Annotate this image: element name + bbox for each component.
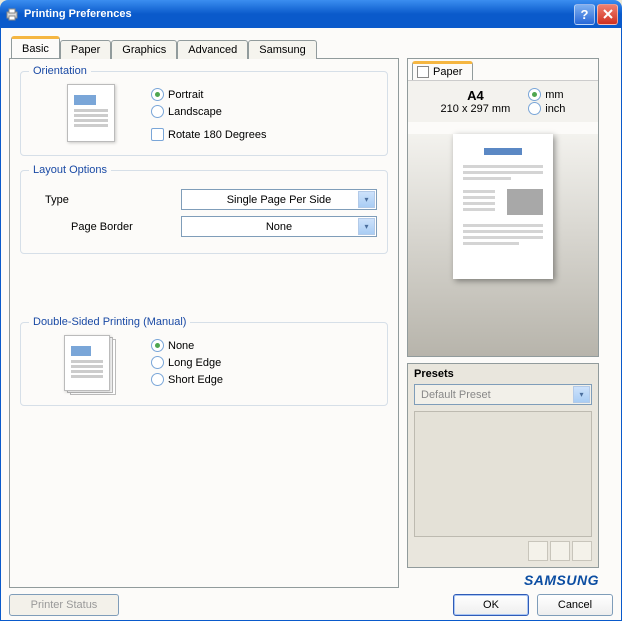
radio-label: Short Edge [168,374,223,386]
orientation-thumbnail [67,84,115,142]
chevron-down-icon: ▾ [358,218,375,235]
page-icon [417,66,429,78]
radio-portrait[interactable]: Portrait [151,88,377,101]
radio-landscape[interactable]: Landscape [151,105,377,118]
tab-samsung[interactable]: Samsung [248,40,316,59]
presets-legend: Presets [414,368,592,380]
radio-icon [151,105,164,118]
preset-save-button[interactable] [528,541,548,561]
brand-logo: SAMSUNG [407,572,599,588]
radio-icon [151,356,164,369]
orientation-legend: Orientation [29,65,91,77]
radio-duplex-none[interactable]: None [151,339,377,352]
checkbox-icon [151,128,164,141]
paper-size-display: A4 210 x 297 mm [441,88,511,115]
radio-label: None [168,340,194,352]
orientation-group: Orientation Portrait Landscape [20,71,388,156]
layout-options-group: Layout Options Type Single Page Per Side… [20,170,388,254]
page-border-label: Page Border [31,221,181,233]
layout-type-label: Type [31,194,181,206]
ok-button[interactable]: OK [453,594,529,616]
tab-advanced[interactable]: Advanced [177,40,248,59]
preset-disk-button[interactable] [550,541,570,561]
tab-graphics[interactable]: Graphics [111,40,177,59]
radio-label: Landscape [168,106,222,118]
printer-status-button[interactable]: Printer Status [9,594,119,616]
presets-panel: Presets Default Preset ▾ [407,363,599,568]
layout-legend: Layout Options [29,164,111,176]
radio-icon [151,373,164,386]
preview-panel: Paper A4 210 x 297 mm mm [407,58,599,357]
paper-size-dims: 210 x 297 mm [441,103,511,115]
checkbox-rotate180[interactable]: Rotate 180 Degrees [151,128,377,141]
preset-delete-button[interactable] [572,541,592,561]
radio-label: Portrait [168,89,203,101]
radio-icon [528,88,541,101]
chevron-down-icon: ▾ [358,191,375,208]
cancel-button[interactable]: Cancel [537,594,613,616]
radio-duplex-short[interactable]: Short Edge [151,373,377,386]
titlebar: Printing Preferences ? [0,0,622,28]
radio-unit-mm[interactable]: mm [528,88,565,101]
tab-basic[interactable]: Basic [11,36,60,58]
duplex-legend: Double-Sided Printing (Manual) [29,316,190,328]
page-preview [453,134,553,279]
radio-unit-inch[interactable]: inch [528,102,565,115]
presets-list[interactable] [414,411,592,537]
paper-size-name: A4 [441,88,511,103]
duplex-group: Double-Sided Printing (Manual) None [20,322,388,406]
radio-icon [151,339,164,352]
close-button[interactable] [597,4,618,25]
combo-value: None [266,221,292,233]
preview-tab-paper[interactable]: Paper [412,61,473,80]
chevron-down-icon: ▾ [573,386,590,403]
combo-value: Default Preset [421,389,491,401]
radio-duplex-long[interactable]: Long Edge [151,356,377,369]
layout-type-combo[interactable]: Single Page Per Side ▾ [181,189,377,210]
page-border-combo[interactable]: None ▾ [181,216,377,237]
radio-label: mm [545,89,563,101]
tab-paper[interactable]: Paper [60,40,111,59]
window-title: Printing Preferences [24,8,572,20]
printer-icon [4,6,20,22]
duplex-thumbnail [64,335,118,395]
radio-label: Long Edge [168,357,221,369]
radio-label: inch [545,103,565,115]
radio-icon [528,102,541,115]
presets-combo[interactable]: Default Preset ▾ [414,384,592,405]
preview-tab-label: Paper [433,66,462,78]
help-button[interactable]: ? [574,4,595,25]
combo-value: Single Page Per Side [227,194,332,206]
radio-icon [151,88,164,101]
main-tabstrip: Basic Paper Graphics Advanced Samsung [11,36,613,58]
checkbox-label: Rotate 180 Degrees [168,129,266,141]
main-panel: Orientation Portrait Landscape [9,58,399,588]
